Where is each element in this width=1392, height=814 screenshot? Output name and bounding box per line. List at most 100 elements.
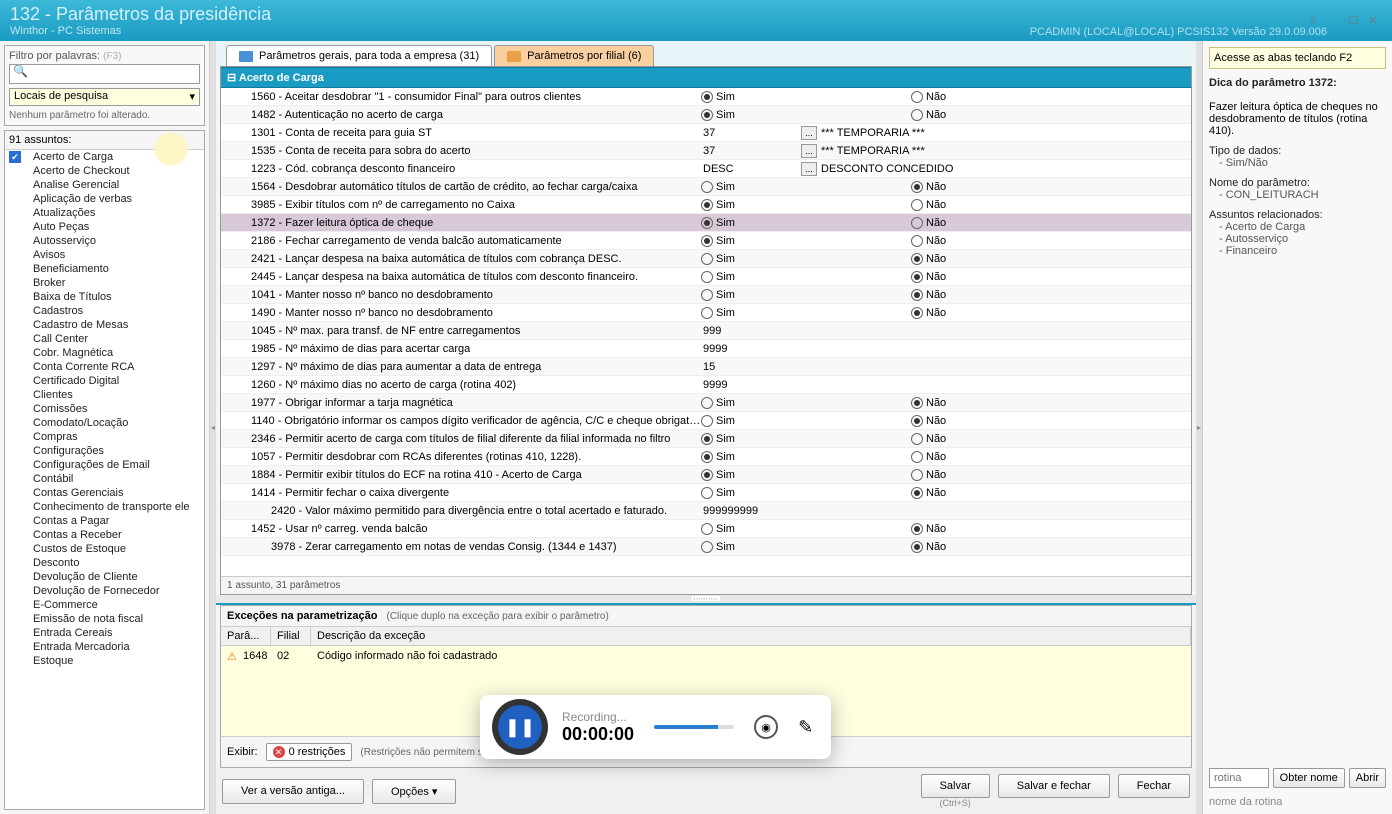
subject-item[interactable]: Clientes [5, 388, 204, 402]
subject-item[interactable]: Avisos [5, 248, 204, 262]
subject-item[interactable]: Contas a Receber [5, 528, 204, 542]
subject-item[interactable]: Autosserviço [5, 234, 204, 248]
volume-slider[interactable] [654, 725, 734, 729]
param-row[interactable]: 3978 - Zerar carregamento em notas de ve… [221, 538, 1191, 556]
filter-input[interactable] [9, 64, 200, 84]
radio-sim[interactable]: Sim [701, 487, 735, 499]
radio-sim[interactable]: Sim [701, 253, 735, 265]
subjects-list[interactable]: Acerto de CargaAcerto de CheckoutAnalise… [5, 150, 204, 809]
param-row[interactable]: 1977 - Obrigar informar a tarja magnétic… [221, 394, 1191, 412]
param-row[interactable]: 1490 - Manter nosso nº banco no desdobra… [221, 304, 1191, 322]
radio-nao[interactable]: Não [911, 181, 946, 193]
subject-item[interactable]: Comissões [5, 402, 204, 416]
param-row[interactable]: 1297 - Nº máximo de dias para aumentar a… [221, 358, 1191, 376]
param-row[interactable]: 3985 - Exibir títulos com nº de carregam… [221, 196, 1191, 214]
param-value[interactable]: 9999 [701, 343, 801, 355]
param-row[interactable]: 1884 - Permitir exibir títulos do ECF na… [221, 466, 1191, 484]
ver-versao-antiga-button[interactable]: Ver a versão antiga... [222, 779, 364, 804]
opcoes-button[interactable]: Opções ▾ [372, 779, 457, 804]
col-desc[interactable]: Descrição da exceção [311, 627, 1191, 645]
subject-item[interactable]: Conta Corrente RCA [5, 360, 204, 374]
param-row[interactable]: 1372 - Fazer leitura óptica de chequeSim… [221, 214, 1191, 232]
edit-icon[interactable]: ✎ [798, 717, 813, 738]
param-row[interactable]: 1045 - Nº max. para transf. de NF entre … [221, 322, 1191, 340]
param-value[interactable]: DESC [701, 163, 801, 175]
param-value[interactable]: 9999 [701, 379, 801, 391]
subject-item[interactable]: Compras [5, 430, 204, 444]
col-param[interactable]: Parâ... [221, 627, 271, 645]
subject-item[interactable]: Atualizações [5, 206, 204, 220]
param-row[interactable]: 1260 - Nº máximo dias no acerto de carga… [221, 376, 1191, 394]
param-row[interactable]: 1041 - Manter nosso nº banco no desdobra… [221, 286, 1191, 304]
radio-sim[interactable]: Sim [701, 91, 735, 103]
subject-item[interactable]: Conhecimento de transporte ele [5, 500, 204, 514]
lookup-button[interactable]: ... [801, 126, 817, 140]
radio-sim[interactable]: Sim [701, 433, 735, 445]
radio-sim[interactable]: Sim [701, 235, 735, 247]
param-row[interactable]: 2445 - Lançar despesa na baixa automátic… [221, 268, 1191, 286]
radio-sim[interactable]: Sim [701, 217, 735, 229]
lookup-button[interactable]: ... [801, 144, 817, 158]
param-row[interactable]: 1140 - Obrigatório informar os campos dí… [221, 412, 1191, 430]
param-row[interactable]: 1452 - Usar nº carreg. venda balcãoSimNã… [221, 520, 1191, 538]
tab-general-params[interactable]: Parâmetros gerais, para toda a empresa (… [226, 45, 492, 66]
subject-item[interactable]: Baixa de Títulos [5, 290, 204, 304]
radio-sim[interactable]: Sim [701, 415, 735, 427]
subject-item[interactable]: Estoque [5, 654, 204, 668]
rotina-input[interactable] [1209, 768, 1269, 788]
params-grid[interactable]: 1560 - Aceitar desdobrar "1 - consumidor… [221, 88, 1191, 576]
radio-nao[interactable]: Não [911, 469, 946, 481]
obter-nome-button[interactable]: Obter nome [1273, 768, 1345, 788]
radio-nao[interactable]: Não [911, 109, 946, 121]
salvar-button[interactable]: Salvar [921, 774, 990, 798]
subject-item[interactable]: Entrada Cereais [5, 626, 204, 640]
radio-nao[interactable]: Não [911, 541, 946, 553]
subject-item[interactable]: Call Center [5, 332, 204, 346]
radio-nao[interactable]: Não [911, 523, 946, 535]
param-row[interactable]: 1223 - Cód. cobrança desconto financeiro… [221, 160, 1191, 178]
subject-item[interactable]: Acerto de Checkout [5, 164, 204, 178]
subject-item[interactable]: Contas a Pagar [5, 514, 204, 528]
search-locations-dropdown[interactable]: Locais de pesquisa [9, 88, 200, 106]
subject-item[interactable]: Certificado Digital [5, 374, 204, 388]
radio-nao[interactable]: Não [911, 307, 946, 319]
radio-sim[interactable]: Sim [701, 397, 735, 409]
radio-sim[interactable]: Sim [701, 181, 735, 193]
close-icon[interactable]: ✕ [1364, 13, 1382, 29]
param-value[interactable]: 15 [701, 361, 801, 373]
radio-nao[interactable]: Não [911, 199, 946, 211]
subject-item[interactable]: Acerto de Carga [5, 150, 204, 164]
param-row[interactable]: 2186 - Fechar carregamento de venda balc… [221, 232, 1191, 250]
tab-filial-params[interactable]: Parâmetros por filial (6) [494, 45, 654, 66]
subject-item[interactable]: Configurações de Email [5, 458, 204, 472]
radio-nao[interactable]: Não [911, 235, 946, 247]
param-row[interactable]: 1535 - Conta de receita para sobra do ac… [221, 142, 1191, 160]
subject-item[interactable]: Beneficiamento [5, 262, 204, 276]
horizontal-splitter[interactable] [216, 595, 1196, 605]
salvar-fechar-button[interactable]: Salvar e fechar [998, 774, 1110, 798]
radio-sim[interactable]: Sim [701, 451, 735, 463]
param-row[interactable]: 2421 - Lançar despesa na baixa automátic… [221, 250, 1191, 268]
radio-sim[interactable]: Sim [701, 523, 735, 535]
radio-sim[interactable]: Sim [701, 109, 735, 121]
maximize-icon[interactable]: ☐ [1344, 13, 1362, 29]
radio-sim[interactable]: Sim [701, 199, 735, 211]
param-value[interactable]: 37 [701, 145, 801, 157]
abrir-button[interactable]: Abrir [1349, 768, 1386, 788]
radio-sim[interactable]: Sim [701, 469, 735, 481]
subject-item[interactable]: Configurações [5, 444, 204, 458]
param-row[interactable]: 1560 - Aceitar desdobrar "1 - consumidor… [221, 88, 1191, 106]
param-row[interactable]: 1482 - Autenticação no acerto de cargaSi… [221, 106, 1191, 124]
radio-nao[interactable]: Não [911, 271, 946, 283]
radio-nao[interactable]: Não [911, 433, 946, 445]
param-row[interactable]: 1985 - Nº máximo de dias para acertar ca… [221, 340, 1191, 358]
subject-item[interactable]: Comodato/Locação [5, 416, 204, 430]
subject-item[interactable]: Entrada Mercadoria [5, 640, 204, 654]
param-value[interactable]: 999999999 [701, 505, 801, 517]
radio-nao[interactable]: Não [911, 397, 946, 409]
radio-sim[interactable]: Sim [701, 541, 735, 553]
subject-item[interactable]: Emissão de nota fiscal [5, 612, 204, 626]
restricoes-badge[interactable]: ✕0 restrições [266, 743, 353, 761]
subject-item[interactable]: E-Commerce [5, 598, 204, 612]
subject-item[interactable]: Cadastros [5, 304, 204, 318]
